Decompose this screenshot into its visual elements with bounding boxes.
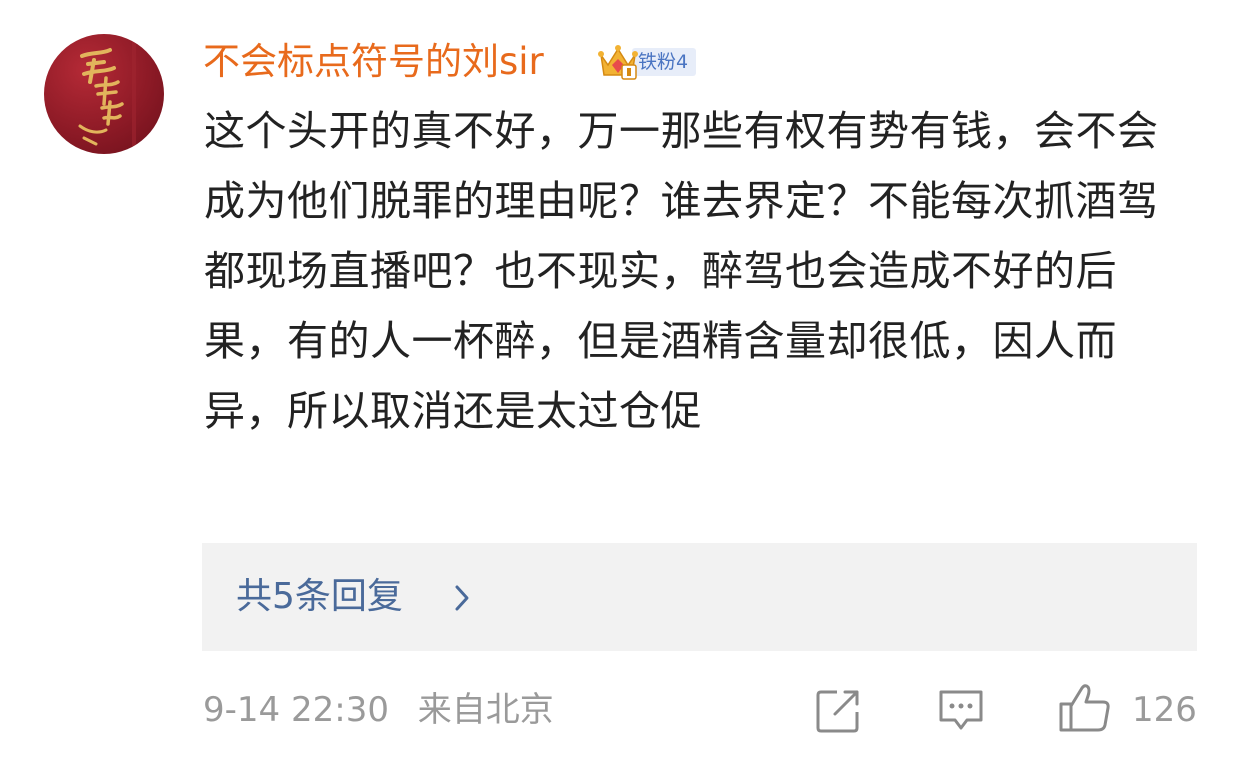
share-icon[interactable] [815, 688, 861, 734]
username-link[interactable]: 不会标点符号的刘sir [203, 38, 544, 86]
replies-panel[interactable]: 共5条回复 [202, 543, 1197, 651]
like-count: 126 [1132, 690, 1197, 730]
crown-icon [598, 43, 638, 81]
replies-link[interactable]: 共5条回复 [236, 543, 403, 651]
chevron-right-icon [455, 585, 469, 611]
comment-icon[interactable] [937, 688, 985, 734]
fan-badge[interactable]: 铁粉4 [598, 43, 697, 81]
badge-label: 铁粉4 [632, 48, 697, 76]
thumbs-up-icon[interactable] [1058, 682, 1112, 734]
comment-text: 这个头开的真不好，万一那些有权有势有钱，会不会成为他们脱罪的理由呢？谁去界定？不… [204, 107, 1159, 435]
timestamp: 9-14 22:30 [203, 690, 389, 730]
comment-meta: 9-14 22:30 来自北京 [203, 686, 554, 734]
avatar[interactable] [44, 34, 164, 154]
location: 来自北京 [417, 690, 554, 730]
avatar-calligraphy-icon [78, 42, 136, 146]
